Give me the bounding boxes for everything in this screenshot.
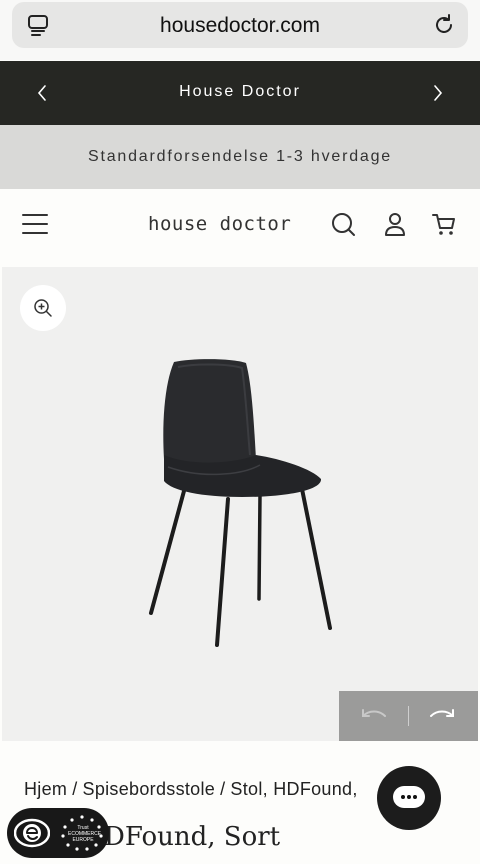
undo-redo-bar xyxy=(339,691,478,741)
search-icon[interactable] xyxy=(330,211,356,237)
announcement-bar: House Doctor xyxy=(0,61,480,125)
shipping-banner: Standardforsendelse 1-3 hverdage xyxy=(0,125,480,189)
site-header: house doctor xyxy=(0,189,480,267)
e-mark-logo-icon xyxy=(14,818,50,848)
browser-toolbar: housedoctor.com xyxy=(0,0,480,60)
breadcrumb-current: Stol, HDFound, xyxy=(230,779,358,799)
divider xyxy=(408,706,409,726)
announcement-text: House Doctor xyxy=(179,83,301,100)
chat-dot xyxy=(401,795,405,799)
reload-icon[interactable] xyxy=(432,13,456,37)
chat-button[interactable] xyxy=(377,766,441,830)
url-text[interactable]: housedoctor.com xyxy=(12,14,468,38)
breadcrumb-separator: / xyxy=(72,779,78,799)
chair-image xyxy=(149,359,332,647)
menu-icon[interactable] xyxy=(22,213,48,235)
redo-icon[interactable] xyxy=(427,706,457,726)
breadcrumb: Hjem / Spisebordsstole / Stol, HDFound, xyxy=(24,779,358,800)
cart-icon[interactable] xyxy=(431,211,457,237)
address-bar[interactable]: housedoctor.com xyxy=(12,2,468,48)
chevron-right-icon[interactable] xyxy=(426,81,450,105)
trust-badge-text: Trust ECOMMERCE EUROPE xyxy=(68,825,102,843)
account-icon[interactable] xyxy=(382,211,408,237)
chat-dot xyxy=(407,795,411,799)
chat-icon xyxy=(393,786,425,808)
breadcrumb-home[interactable]: Hjem xyxy=(24,779,67,799)
chat-dot xyxy=(413,795,417,799)
site-logo[interactable]: house doctor xyxy=(148,213,291,235)
zoom-button[interactable] xyxy=(20,285,66,331)
product-gallery[interactable] xyxy=(2,267,478,741)
shipping-text: Standardforsendelse 1-3 hverdage xyxy=(88,148,392,165)
zoom-in-icon xyxy=(34,299,52,317)
trust-badge[interactable]: Trust ECOMMERCE EUROPE xyxy=(7,808,109,858)
breadcrumb-category[interactable]: Spisebordsstole xyxy=(83,779,216,799)
product-title: DFound, Sort xyxy=(104,822,281,852)
undo-icon[interactable] xyxy=(359,706,389,726)
breadcrumb-separator: / xyxy=(220,779,226,799)
